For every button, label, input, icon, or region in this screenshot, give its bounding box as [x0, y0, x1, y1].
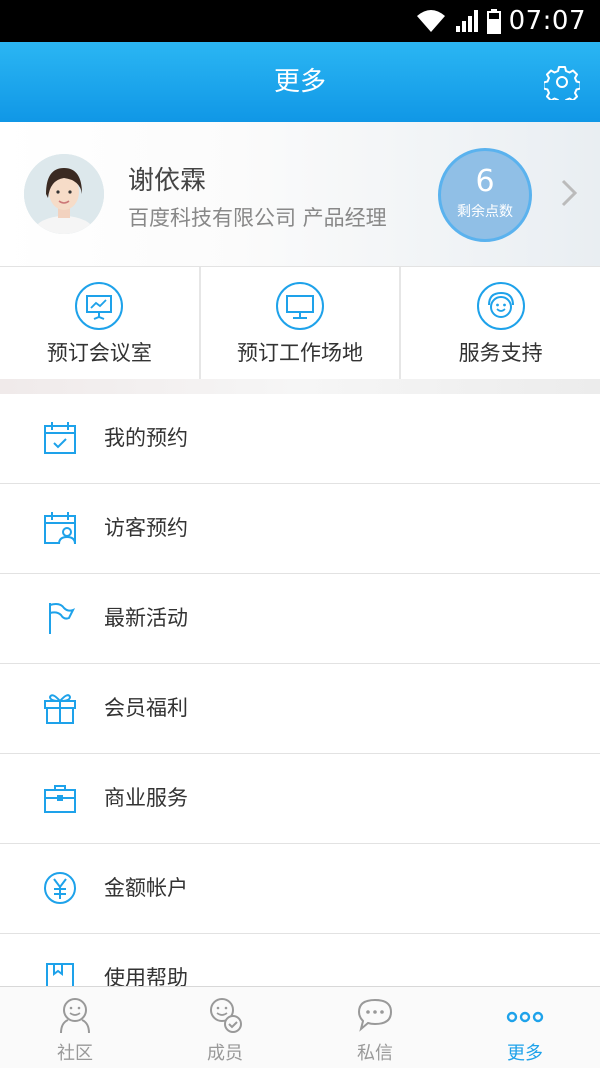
message-bubble-icon [357, 998, 393, 1032]
menu-item-business-services[interactable]: 商业服务 [0, 754, 600, 844]
app-header: 更多 [0, 42, 600, 122]
profile-card[interactable]: 谢依霖 百度科技有限公司 产品经理 6 剩余点数 [0, 122, 600, 266]
signal-icon [455, 10, 478, 32]
page-title: 更多 [273, 67, 326, 97]
menu-item-label: 最新活动 [104, 606, 188, 630]
avatar [24, 154, 104, 234]
flag-icon [49, 603, 76, 634]
bottom-tab-bar: 社区 成员 私信 更多 [0, 986, 600, 1068]
tab-more[interactable]: 更多 [450, 987, 600, 1068]
quick-action-label: 预订会议室 [46, 341, 152, 365]
points-value: 6 [475, 164, 495, 199]
battery-icon [486, 9, 501, 34]
quick-actions: 预订会议室 预订工作场地 服务支持 [0, 266, 600, 380]
gift-icon [44, 694, 76, 724]
yuan-coin-icon [44, 872, 76, 904]
tab-label: 更多 [507, 1043, 543, 1064]
tab-label: 私信 [357, 1043, 393, 1064]
user-company-role: 百度科技有限公司 产品经理 [128, 206, 387, 230]
menu-item-my-reservations[interactable]: 我的预约 [0, 394, 600, 484]
tab-members[interactable]: 成员 [150, 987, 300, 1068]
chevron-right-icon[interactable] [560, 178, 578, 208]
calendar-visitor-icon [44, 512, 76, 545]
wifi-icon [416, 10, 445, 32]
menu-item-member-benefits[interactable]: 会员福利 [0, 664, 600, 754]
quick-action-workspace[interactable]: 预订工作场地 [201, 267, 402, 379]
menu-item-label: 我的预约 [104, 426, 188, 450]
clock: 07:07 [508, 6, 586, 36]
gear-icon[interactable] [544, 64, 580, 100]
points-label: 剩余点数 [457, 204, 513, 220]
menu-list: 我的预约 访客预约 最新活动 会员福利 商业服务 金额帐户 使用帮助 [0, 394, 600, 1024]
section-divider [0, 379, 600, 394]
quick-action-support[interactable]: 服务支持 [401, 267, 600, 379]
menu-item-account-balance[interactable]: 金额帐户 [0, 844, 600, 934]
tab-messages[interactable]: 私信 [300, 987, 450, 1068]
menu-item-label: 会员福利 [104, 696, 188, 720]
monitor-icon [276, 282, 324, 330]
menu-item-label: 访客预约 [104, 516, 188, 540]
quick-action-label: 服务支持 [458, 341, 543, 365]
status-icons: 07:07 [415, 0, 586, 42]
community-icon [60, 998, 90, 1034]
menu-item-label: 商业服务 [104, 786, 188, 810]
quick-action-label: 预订工作场地 [237, 341, 363, 365]
status-bar: 07:07 [0, 0, 600, 42]
points-badge[interactable]: 6 剩余点数 [438, 148, 532, 242]
menu-item-visitor-reservation[interactable]: 访客预约 [0, 484, 600, 574]
menu-item-latest-events[interactable]: 最新活动 [0, 574, 600, 664]
presentation-board-icon [75, 282, 124, 330]
user-name: 谢依霖 [128, 166, 207, 196]
members-icon [210, 998, 242, 1033]
more-dots-icon [506, 1011, 544, 1023]
smiley-support-icon [476, 282, 525, 330]
menu-item-label: 金额帐户 [104, 876, 188, 900]
tab-community[interactable]: 社区 [0, 987, 150, 1068]
quick-action-meeting-room[interactable]: 预订会议室 [0, 267, 201, 379]
briefcase-icon [44, 785, 76, 813]
tab-label: 社区 [57, 1043, 93, 1064]
tab-label: 成员 [207, 1043, 243, 1064]
calendar-check-icon [44, 422, 76, 454]
